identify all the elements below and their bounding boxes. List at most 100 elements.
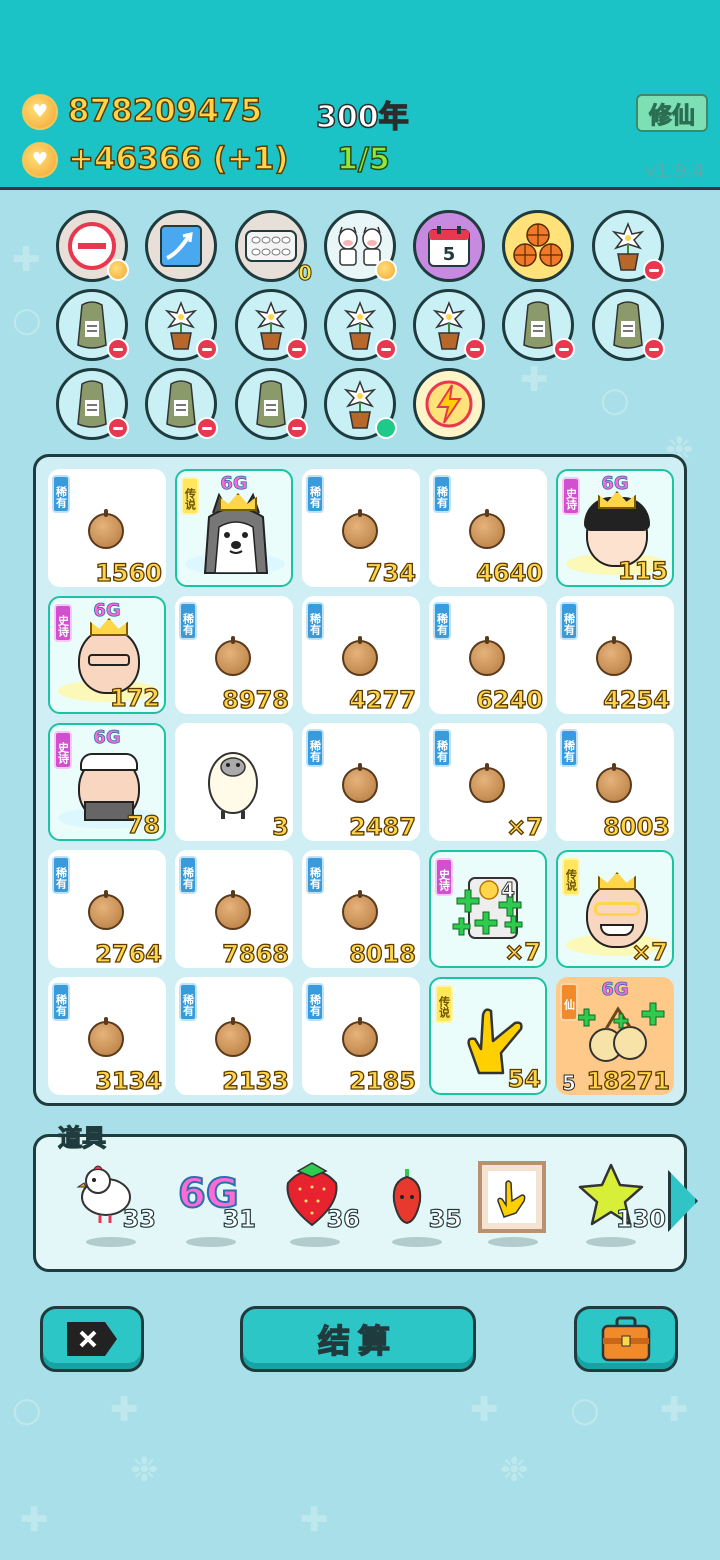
coin-badge-icon bbox=[107, 259, 129, 281]
flower-pot-icon[interactable] bbox=[235, 289, 308, 361]
coin-total: 878209475 bbox=[67, 92, 263, 130]
no-entry-icon[interactable] bbox=[56, 210, 129, 282]
board-cell[interactable]: 稀有 1560 bbox=[48, 469, 166, 587]
remove-badge-icon[interactable] bbox=[464, 338, 486, 360]
remove-badge-icon[interactable] bbox=[553, 338, 575, 360]
cell-count: 8003 bbox=[603, 812, 671, 841]
board-cell[interactable]: 传说 ×7 bbox=[556, 850, 674, 968]
year-counter: 300年 bbox=[315, 99, 409, 136]
item-frame-hand[interactable] bbox=[478, 1161, 558, 1261]
item-strawberry[interactable]: 36 bbox=[280, 1161, 361, 1261]
board-cell[interactable]: 传说 54 bbox=[429, 977, 547, 1095]
coin-income-icon: ♥ bbox=[22, 142, 58, 178]
lightning-icon[interactable] bbox=[413, 368, 485, 440]
board-cell[interactable]: 稀有 4277 bbox=[302, 596, 420, 714]
cell-count: 4640 bbox=[476, 558, 544, 587]
seed-icon bbox=[342, 1017, 378, 1057]
board-cell[interactable]: 稀有 ×7 bbox=[429, 723, 547, 841]
seed-icon bbox=[88, 890, 124, 930]
chili-icon bbox=[392, 1169, 422, 1225]
board-cell[interactable]: 稀有 3134 bbox=[48, 977, 166, 1095]
flower-pot-icon[interactable] bbox=[145, 289, 218, 361]
settle-button[interactable]: 结算 bbox=[240, 1306, 476, 1372]
calendar-icon[interactable]: 5 bbox=[413, 210, 485, 282]
seed-icon bbox=[215, 1017, 251, 1057]
item-qty: 33 bbox=[122, 1204, 157, 1233]
board-cell[interactable]: 史诗 6G 115 bbox=[556, 469, 674, 587]
bag-button[interactable] bbox=[574, 1306, 678, 1372]
cell-count: 4277 bbox=[349, 685, 417, 714]
remove-badge-icon[interactable] bbox=[375, 338, 397, 360]
rarity-tag: 传说 bbox=[181, 477, 199, 515]
cow-pair-icon[interactable] bbox=[324, 210, 397, 282]
item-qty: 130 bbox=[615, 1204, 666, 1233]
item-shadow bbox=[186, 1237, 236, 1247]
board-cell[interactable]: 史诗 6G 172 bbox=[48, 596, 166, 714]
remove-badge-icon[interactable] bbox=[286, 417, 308, 439]
board-cell[interactable]: 史诗 6G 78 bbox=[48, 723, 166, 841]
cell-count: 8018 bbox=[349, 939, 417, 968]
remove-badge-icon[interactable] bbox=[196, 417, 218, 439]
cell-count: ×7 bbox=[506, 812, 544, 841]
flower-pot-icon[interactable] bbox=[324, 289, 397, 361]
cell-count: 734 bbox=[365, 558, 416, 587]
item-star[interactable]: 130 bbox=[576, 1161, 667, 1261]
board-cell[interactable]: 稀有 734 bbox=[302, 469, 420, 587]
item-bird[interactable]: 33 bbox=[76, 1161, 157, 1261]
remove-badge-icon[interactable] bbox=[196, 338, 218, 360]
rarity-tag: 稀有 bbox=[433, 475, 451, 513]
board-cell[interactable]: 稀有 8018 bbox=[302, 850, 420, 968]
sheep-icon bbox=[208, 752, 258, 819]
flower-pot-icon[interactable] bbox=[592, 210, 665, 282]
egg-tray-icon[interactable]: 0 bbox=[235, 210, 312, 286]
briefcase-icon bbox=[601, 1316, 651, 1362]
board-cell[interactable]: 稀有 4254 bbox=[556, 596, 674, 714]
board-cell[interactable]: 稀有 8003 bbox=[556, 723, 674, 841]
coin-machine-icon bbox=[452, 877, 523, 939]
remove-badge-icon[interactable] bbox=[107, 338, 129, 360]
remove-badge-icon[interactable] bbox=[643, 338, 665, 360]
seed-bag-icon[interactable] bbox=[56, 368, 129, 440]
seed-bag-icon[interactable] bbox=[56, 289, 129, 361]
rarity-tag: 稀有 bbox=[306, 602, 324, 640]
board-cell[interactable]: 稀有 7868 bbox=[175, 850, 293, 968]
board-cell[interactable]: 稀有 2133 bbox=[175, 977, 293, 1095]
seed-icon bbox=[88, 1017, 124, 1057]
board-cell[interactable]: 稀有 2185 bbox=[302, 977, 420, 1095]
cell-count: 3134 bbox=[95, 1066, 163, 1095]
board-cell[interactable]: 稀有 2764 bbox=[48, 850, 166, 968]
cell-count: ×7 bbox=[504, 937, 542, 966]
rarity-tag: 稀有 bbox=[179, 983, 197, 1021]
growth-arrow-icon[interactable] bbox=[145, 210, 217, 282]
coin-badge-icon bbox=[375, 259, 397, 281]
cell-count: ×7 bbox=[631, 937, 669, 966]
rarity-tag: 稀有 bbox=[306, 983, 324, 1021]
flower-pot-icon[interactable] bbox=[413, 289, 486, 361]
rarity-tag: 史诗 bbox=[54, 604, 72, 642]
seed-bag-icon[interactable] bbox=[235, 368, 308, 440]
board-cell[interactable]: 史诗 4 ×7 bbox=[429, 850, 547, 968]
seed-bag-icon[interactable] bbox=[592, 289, 665, 361]
remove-badge-icon[interactable] bbox=[107, 417, 129, 439]
board-cell[interactable]: 传说 6G bbox=[175, 469, 293, 587]
board-cell[interactable]: 稀有 4640 bbox=[429, 469, 547, 587]
seed-icon bbox=[469, 763, 505, 803]
board-cell[interactable]: 仙 6G 5 18271 bbox=[556, 977, 674, 1095]
seed-bag-icon[interactable] bbox=[502, 289, 575, 361]
remove-badge-icon[interactable] bbox=[643, 259, 665, 281]
seed-bag-icon[interactable] bbox=[145, 368, 218, 440]
item-qty: 36 bbox=[326, 1204, 361, 1233]
item-chili[interactable]: 35 bbox=[382, 1161, 463, 1261]
cultivate-button[interactable]: 修仙 bbox=[636, 94, 708, 132]
board-cell[interactable]: 稀有 8978 bbox=[175, 596, 293, 714]
item-6g[interactable]: 6G 31 bbox=[176, 1161, 257, 1261]
rarity-tag: 传说 bbox=[435, 985, 453, 1023]
close-button[interactable] bbox=[40, 1306, 144, 1372]
board-cell[interactable]: 稀有 2487 bbox=[302, 723, 420, 841]
remove-badge-icon[interactable] bbox=[286, 338, 308, 360]
board-cell[interactable]: 稀有 6240 bbox=[429, 596, 547, 714]
board-cell[interactable]: 3 bbox=[175, 723, 293, 841]
basketballs-icon[interactable] bbox=[502, 210, 574, 282]
flower-pot-icon[interactable] bbox=[324, 368, 397, 440]
gold-glasses-icon bbox=[594, 902, 640, 916]
